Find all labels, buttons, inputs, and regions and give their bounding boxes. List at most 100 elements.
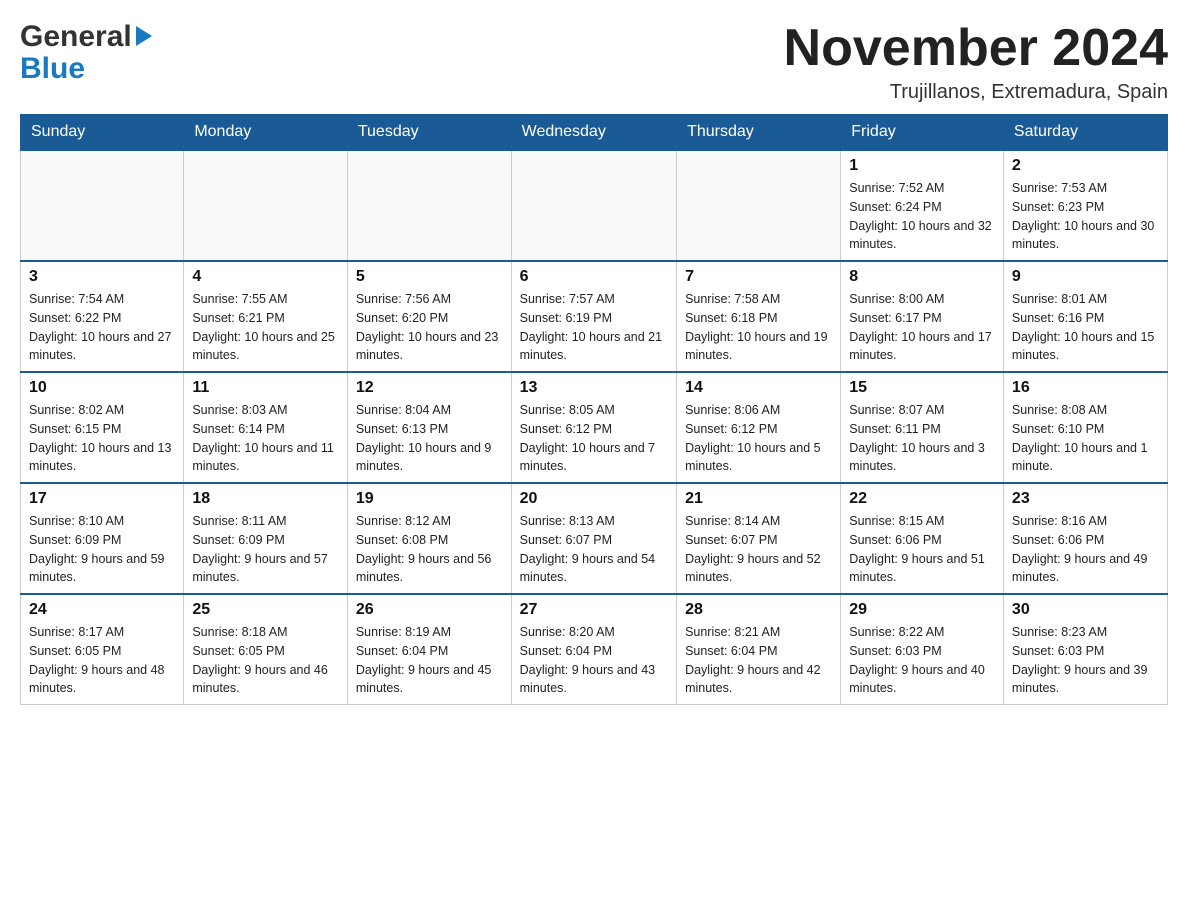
calendar-cell: 29Sunrise: 8:22 AMSunset: 6:03 PMDayligh…: [841, 594, 1004, 705]
day-number: 20: [520, 490, 668, 508]
day-number: 5: [356, 268, 503, 286]
calendar-cell: 11Sunrise: 8:03 AMSunset: 6:14 PMDayligh…: [184, 372, 348, 483]
weekday-header-friday: Friday: [841, 115, 1004, 151]
day-number: 8: [849, 268, 995, 286]
calendar-cell: 9 Sunrise: 8:01 AMSunset: 6:16 PMDaylight…: [1003, 261, 1167, 372]
day-info: Sunrise: 8:11 AMSunset: 6:09 PMDaylight:…: [192, 512, 339, 587]
day-info: Sunrise: 8:23 AMSunset: 6:03 PMDaylight:…: [1012, 623, 1159, 698]
calendar-cell: 22 Sunrise: 8:15 AMSunset: 6:06 PMDayligh…: [841, 483, 1004, 594]
title-area: November 2024 Trujillanos, Extremadura, …: [784, 20, 1168, 104]
calendar-cell: 15 Sunrise: 8:07 AMSunset: 6:11 PMDayligh…: [841, 372, 1004, 483]
calendar-cell: [511, 150, 676, 261]
calendar-cell: 7Sunrise: 7:58 AMSunset: 6:18 PMDaylight…: [677, 261, 841, 372]
day-number: 27: [520, 601, 668, 619]
calendar-cell: 21 Sunrise: 8:14 AMSunset: 6:07 PMDayligh…: [677, 483, 841, 594]
day-info: Sunrise: 7:53 AMSunset: 6:23 PMDaylight:…: [1012, 179, 1159, 254]
day-number: 15: [849, 379, 995, 397]
weekday-header-sunday: Sunday: [21, 115, 184, 151]
logo-general-text: General: [20, 20, 132, 54]
calendar-cell: 10Sunrise: 8:02 AMSunset: 6:15 PMDayligh…: [21, 372, 184, 483]
day-info: Sunrise: 8:21 AMSunset: 6:04 PMDaylight:…: [685, 623, 832, 698]
day-info: Sunrise: 8:17 AMSunset: 6:05 PMDaylight:…: [29, 623, 175, 698]
calendar-cell: 12 Sunrise: 8:04 AMSunset: 6:13 PMDayligh…: [347, 372, 511, 483]
day-info: Sunrise: 8:22 AMSunset: 6:03 PMDaylight:…: [849, 623, 995, 698]
calendar-header-row: SundayMondayTuesdayWednesdayThursdayFrid…: [21, 115, 1168, 151]
day-info: Sunrise: 8:02 AMSunset: 6:15 PMDaylight:…: [29, 401, 175, 476]
day-number: 28: [685, 601, 832, 619]
day-number: 2: [1012, 157, 1159, 175]
day-info: Sunrise: 8:05 AMSunset: 6:12 PMDaylight:…: [520, 401, 668, 476]
logo-blue-text: Blue: [20, 52, 152, 86]
weekday-header-monday: Monday: [184, 115, 348, 151]
calendar-cell: 26Sunrise: 8:19 AMSunset: 6:04 PMDayligh…: [347, 594, 511, 705]
calendar-cell: [677, 150, 841, 261]
calendar-week-row: 17 Sunrise: 8:10 AMSunset: 6:09 PMDayligh…: [21, 483, 1168, 594]
day-number: 14: [685, 379, 832, 397]
day-number: 12: [356, 379, 503, 397]
calendar-cell: 19 Sunrise: 8:12 AMSunset: 6:08 PMDayligh…: [347, 483, 511, 594]
logo: General Blue: [20, 20, 152, 86]
calendar-cell: 5Sunrise: 7:56 AMSunset: 6:20 PMDaylight…: [347, 261, 511, 372]
calendar-cell: 14Sunrise: 8:06 AMSunset: 6:12 PMDayligh…: [677, 372, 841, 483]
calendar-cell: 20Sunrise: 8:13 AMSunset: 6:07 PMDayligh…: [511, 483, 676, 594]
day-number: 21: [685, 490, 832, 508]
weekday-header-thursday: Thursday: [677, 115, 841, 151]
calendar-cell: 23 Sunrise: 8:16 AMSunset: 6:06 PMDayligh…: [1003, 483, 1167, 594]
day-info: Sunrise: 7:52 AMSunset: 6:24 PMDaylight:…: [849, 179, 995, 254]
calendar-cell: 6Sunrise: 7:57 AMSunset: 6:19 PMDaylight…: [511, 261, 676, 372]
day-number: 22: [849, 490, 995, 508]
day-number: 16: [1012, 379, 1159, 397]
calendar-week-row: 24 Sunrise: 8:17 AMSunset: 6:05 PMDayligh…: [21, 594, 1168, 705]
calendar-cell: 30Sunrise: 8:23 AMSunset: 6:03 PMDayligh…: [1003, 594, 1167, 705]
calendar-cell: 17 Sunrise: 8:10 AMSunset: 6:09 PMDayligh…: [21, 483, 184, 594]
calendar-cell: 16 Sunrise: 8:08 AMSunset: 6:10 PMDayligh…: [1003, 372, 1167, 483]
day-info: Sunrise: 8:20 AMSunset: 6:04 PMDaylight:…: [520, 623, 668, 698]
day-number: 9: [1012, 268, 1159, 286]
day-info: Sunrise: 8:12 AMSunset: 6:08 PMDaylight:…: [356, 512, 503, 587]
calendar-cell: 18 Sunrise: 8:11 AMSunset: 6:09 PMDayligh…: [184, 483, 348, 594]
calendar-cell: 4 Sunrise: 7:55 AMSunset: 6:21 PMDaylight…: [184, 261, 348, 372]
day-number: 17: [29, 490, 175, 508]
day-number: 24: [29, 601, 175, 619]
calendar-cell: 1 Sunrise: 7:52 AMSunset: 6:24 PMDaylight…: [841, 150, 1004, 261]
day-number: 7: [685, 268, 832, 286]
calendar-cell: 28 Sunrise: 8:21 AMSunset: 6:04 PMDayligh…: [677, 594, 841, 705]
calendar-cell: [21, 150, 184, 261]
weekday-header-saturday: Saturday: [1003, 115, 1167, 151]
location-subtitle: Trujillanos, Extremadura, Spain: [784, 81, 1168, 104]
day-number: 19: [356, 490, 503, 508]
calendar-week-row: 1 Sunrise: 7:52 AMSunset: 6:24 PMDaylight…: [21, 150, 1168, 261]
day-info: Sunrise: 8:08 AMSunset: 6:10 PMDaylight:…: [1012, 401, 1159, 476]
day-info: Sunrise: 8:00 AMSunset: 6:17 PMDaylight:…: [849, 290, 995, 365]
calendar-week-row: 10Sunrise: 8:02 AMSunset: 6:15 PMDayligh…: [21, 372, 1168, 483]
day-number: 4: [192, 268, 339, 286]
day-number: 26: [356, 601, 503, 619]
day-info: Sunrise: 8:07 AMSunset: 6:11 PMDaylight:…: [849, 401, 995, 476]
day-number: 6: [520, 268, 668, 286]
day-number: 18: [192, 490, 339, 508]
calendar-cell: 13 Sunrise: 8:05 AMSunset: 6:12 PMDayligh…: [511, 372, 676, 483]
day-info: Sunrise: 8:10 AMSunset: 6:09 PMDaylight:…: [29, 512, 175, 587]
calendar-cell: 8 Sunrise: 8:00 AMSunset: 6:17 PMDaylight…: [841, 261, 1004, 372]
logo-triangle-icon: [136, 26, 152, 46]
day-info: Sunrise: 8:04 AMSunset: 6:13 PMDaylight:…: [356, 401, 503, 476]
day-info: Sunrise: 8:16 AMSunset: 6:06 PMDaylight:…: [1012, 512, 1159, 587]
day-number: 1: [849, 157, 995, 175]
calendar-table: SundayMondayTuesdayWednesdayThursdayFrid…: [20, 114, 1168, 705]
day-number: 3: [29, 268, 175, 286]
day-number: 13: [520, 379, 668, 397]
day-info: Sunrise: 8:15 AMSunset: 6:06 PMDaylight:…: [849, 512, 995, 587]
calendar-cell: 25Sunrise: 8:18 AMSunset: 6:05 PMDayligh…: [184, 594, 348, 705]
day-info: Sunrise: 8:01 AMSunset: 6:16 PMDaylight:…: [1012, 290, 1159, 365]
day-number: 25: [192, 601, 339, 619]
day-info: Sunrise: 7:55 AMSunset: 6:21 PMDaylight:…: [192, 290, 339, 365]
page-header: General Blue November 2024 Trujillanos, …: [20, 20, 1168, 104]
calendar-cell: 27 Sunrise: 8:20 AMSunset: 6:04 PMDayligh…: [511, 594, 676, 705]
calendar-cell: 3Sunrise: 7:54 AMSunset: 6:22 PMDaylight…: [21, 261, 184, 372]
weekday-header-tuesday: Tuesday: [347, 115, 511, 151]
calendar-cell: 24 Sunrise: 8:17 AMSunset: 6:05 PMDayligh…: [21, 594, 184, 705]
day-number: 23: [1012, 490, 1159, 508]
weekday-header-wednesday: Wednesday: [511, 115, 676, 151]
day-info: Sunrise: 8:14 AMSunset: 6:07 PMDaylight:…: [685, 512, 832, 587]
day-number: 11: [192, 379, 339, 397]
